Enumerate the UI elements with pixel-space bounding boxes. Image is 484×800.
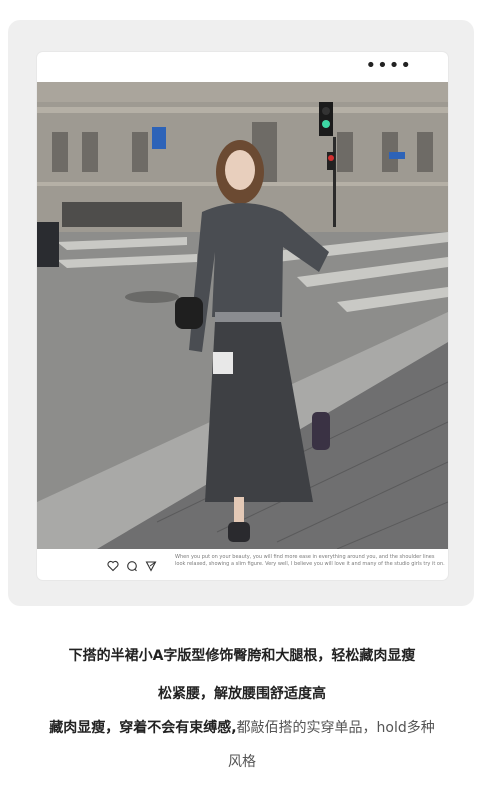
description-line-3: 藏肉显瘦，穿着不会有束缚感,都敲佰搭的实穿单品，hold多种 — [0, 717, 484, 737]
post-photo[interactable] — [37, 82, 448, 549]
description-line-2: 松紧腰，解放腰围舒适度高 — [158, 686, 326, 702]
post-caption: When you put on your beauty, you will fi… — [175, 554, 445, 567]
post-card: •••• When you put on your beauty, you wi… — [37, 52, 448, 580]
description-line-3-bold: 藏肉显瘦，穿着不会有束缚感, — [49, 720, 237, 736]
description-line-1: 下搭的半裙小A字版型修饰臀胯和大腿根，轻松藏肉显瘦 — [68, 648, 416, 664]
heart-icon[interactable] — [107, 557, 119, 572]
action-bar: When you put on your beauty, you will fi… — [37, 549, 448, 580]
comment-icon[interactable] — [126, 557, 138, 572]
share-icon[interactable] — [145, 557, 157, 572]
street-photo — [37, 82, 448, 549]
more-options-button[interactable]: •••• — [366, 57, 412, 75]
description-line-3-light: 都敲佰搭的实穿单品，hold多种 — [236, 720, 435, 736]
description-line-4: 风格 — [228, 754, 256, 770]
